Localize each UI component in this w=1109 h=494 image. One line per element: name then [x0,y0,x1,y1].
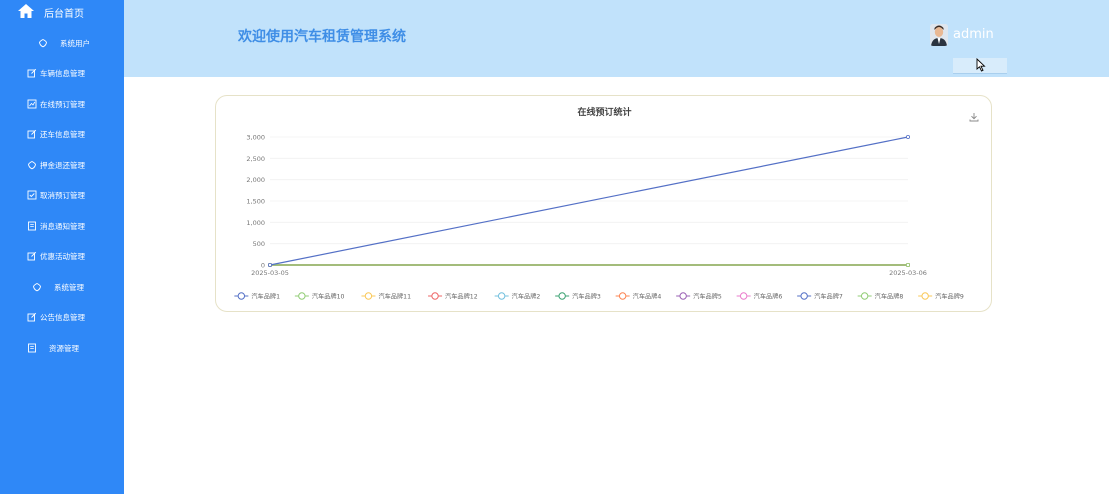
edit-icon [27,68,37,78]
y-tick-label: 1,500 [246,198,265,206]
legend-marker [860,292,869,300]
sidebar-item-label: 还车信息管理 [40,129,85,139]
sidebar-item-2[interactable]: 车辆信息管理 [0,63,124,83]
sidebar-item-11[interactable]: 资源管理 [0,338,124,358]
edit-icon [27,129,37,139]
y-tick-label: 2,500 [246,155,265,163]
shield-icon [27,160,37,170]
legend-label: 汽车品牌1 [251,292,280,300]
y-tick-label: 1,000 [246,219,265,227]
legend-marker [364,292,373,300]
sidebar-item-label: 取消预订管理 [40,190,85,200]
sidebar-item-label: 系统用户 [60,38,90,48]
header: 欢迎使用汽车租赁管理系统 admin [124,0,1109,77]
shield-icon [38,38,48,48]
legend-label: 汽车品牌5 [693,292,722,300]
sidebar-item-6[interactable]: 取消预订管理 [0,185,124,205]
legend-marker [739,292,748,300]
check-icon [27,190,37,200]
legend-label: 汽车品牌7 [814,292,843,300]
username[interactable]: admin [953,27,994,42]
sidebar-item-8[interactable]: 优惠活动管理 [0,246,124,266]
legend-marker [497,292,506,300]
sidebar-item-label: 公告信息管理 [40,312,85,322]
sidebar-item-4[interactable]: 还车信息管理 [0,124,124,144]
legend-label: 汽车品牌6 [754,292,783,300]
legend-label: 汽车品牌12 [445,292,478,300]
data-point [906,135,911,140]
legend-marker [618,292,627,300]
x-tick-label: 2025-03-05 [251,269,289,277]
avatar[interactable] [930,24,948,46]
edit-icon [27,312,37,322]
sidebar-item-label: 资源管理 [49,343,79,353]
cursor-icon [976,57,986,76]
doc-icon [27,343,37,353]
y-tick-label: 500 [253,240,265,248]
sidebar-item-10[interactable]: 公告信息管理 [0,307,124,327]
legend-marker [800,292,808,300]
legend-marker [237,292,246,300]
x-tick-label: 2025-03-06 [889,269,927,277]
legend-label: 汽车品牌3 [572,292,601,300]
legend-label: 汽车品牌10 [312,292,345,300]
sidebar-item-label: 优惠活动管理 [40,251,85,261]
line-chart: 05001,0001,5002,0002,5003,0002025-03-05 2… [234,134,964,300]
legend-marker [298,292,306,300]
legend-label: 汽车品牌11 [378,292,411,300]
sidebar-item-5[interactable]: 押金退还管理 [0,155,124,175]
sidebar-item-label: 在线预订管理 [40,99,85,109]
sidebar-item-9[interactable]: 系统管理 [0,277,124,297]
legend-label: 汽车品牌8 [875,292,904,300]
sidebar-item-label: 系统管理 [54,282,84,292]
legend-label: 汽车品牌2 [512,292,541,300]
shield-icon [32,282,42,292]
page-title: 欢迎使用汽车租赁管理系统 [238,29,406,45]
data-point [268,262,273,267]
sidebar-item-label: 押金退还管理 [40,160,85,170]
legend-marker [558,292,566,300]
y-tick-label: 3,000 [246,134,265,142]
legend-marker [679,292,687,300]
sidebar-item-3[interactable]: 在线预订管理 [0,94,124,114]
legend-label: 汽车品牌9 [935,292,964,300]
y-tick-label: 2,000 [246,176,265,184]
edit-icon [27,251,37,261]
home-icon [18,3,44,21]
sidebar: 后台首页 系统用户车辆信息管理 在线预订管理 还车信息管理 押金退还管理 取消预订管理消… [0,0,124,494]
sidebar-home-label: 后台首页 [44,8,84,20]
chart-icon [27,99,37,109]
data-point [906,262,911,267]
sidebar-item-1[interactable]: 系统用户 [0,33,124,53]
doc-icon [27,221,37,231]
sidebar-item-label: 车辆信息管理 [40,68,85,78]
sidebar-item-home[interactable]: 后台首页 [18,3,84,21]
chart-card: 在线预订统计 0 500 1,000 1,500 2,000 2,500 3,000 2025… [215,95,992,312]
sidebar-item-label: 消息通知管理 [40,221,85,231]
sidebar-item-7[interactable]: 消息通知管理 [0,216,124,236]
legend-marker [431,292,439,300]
legend-marker [921,292,929,300]
legend-label: 汽车品牌4 [633,292,662,300]
